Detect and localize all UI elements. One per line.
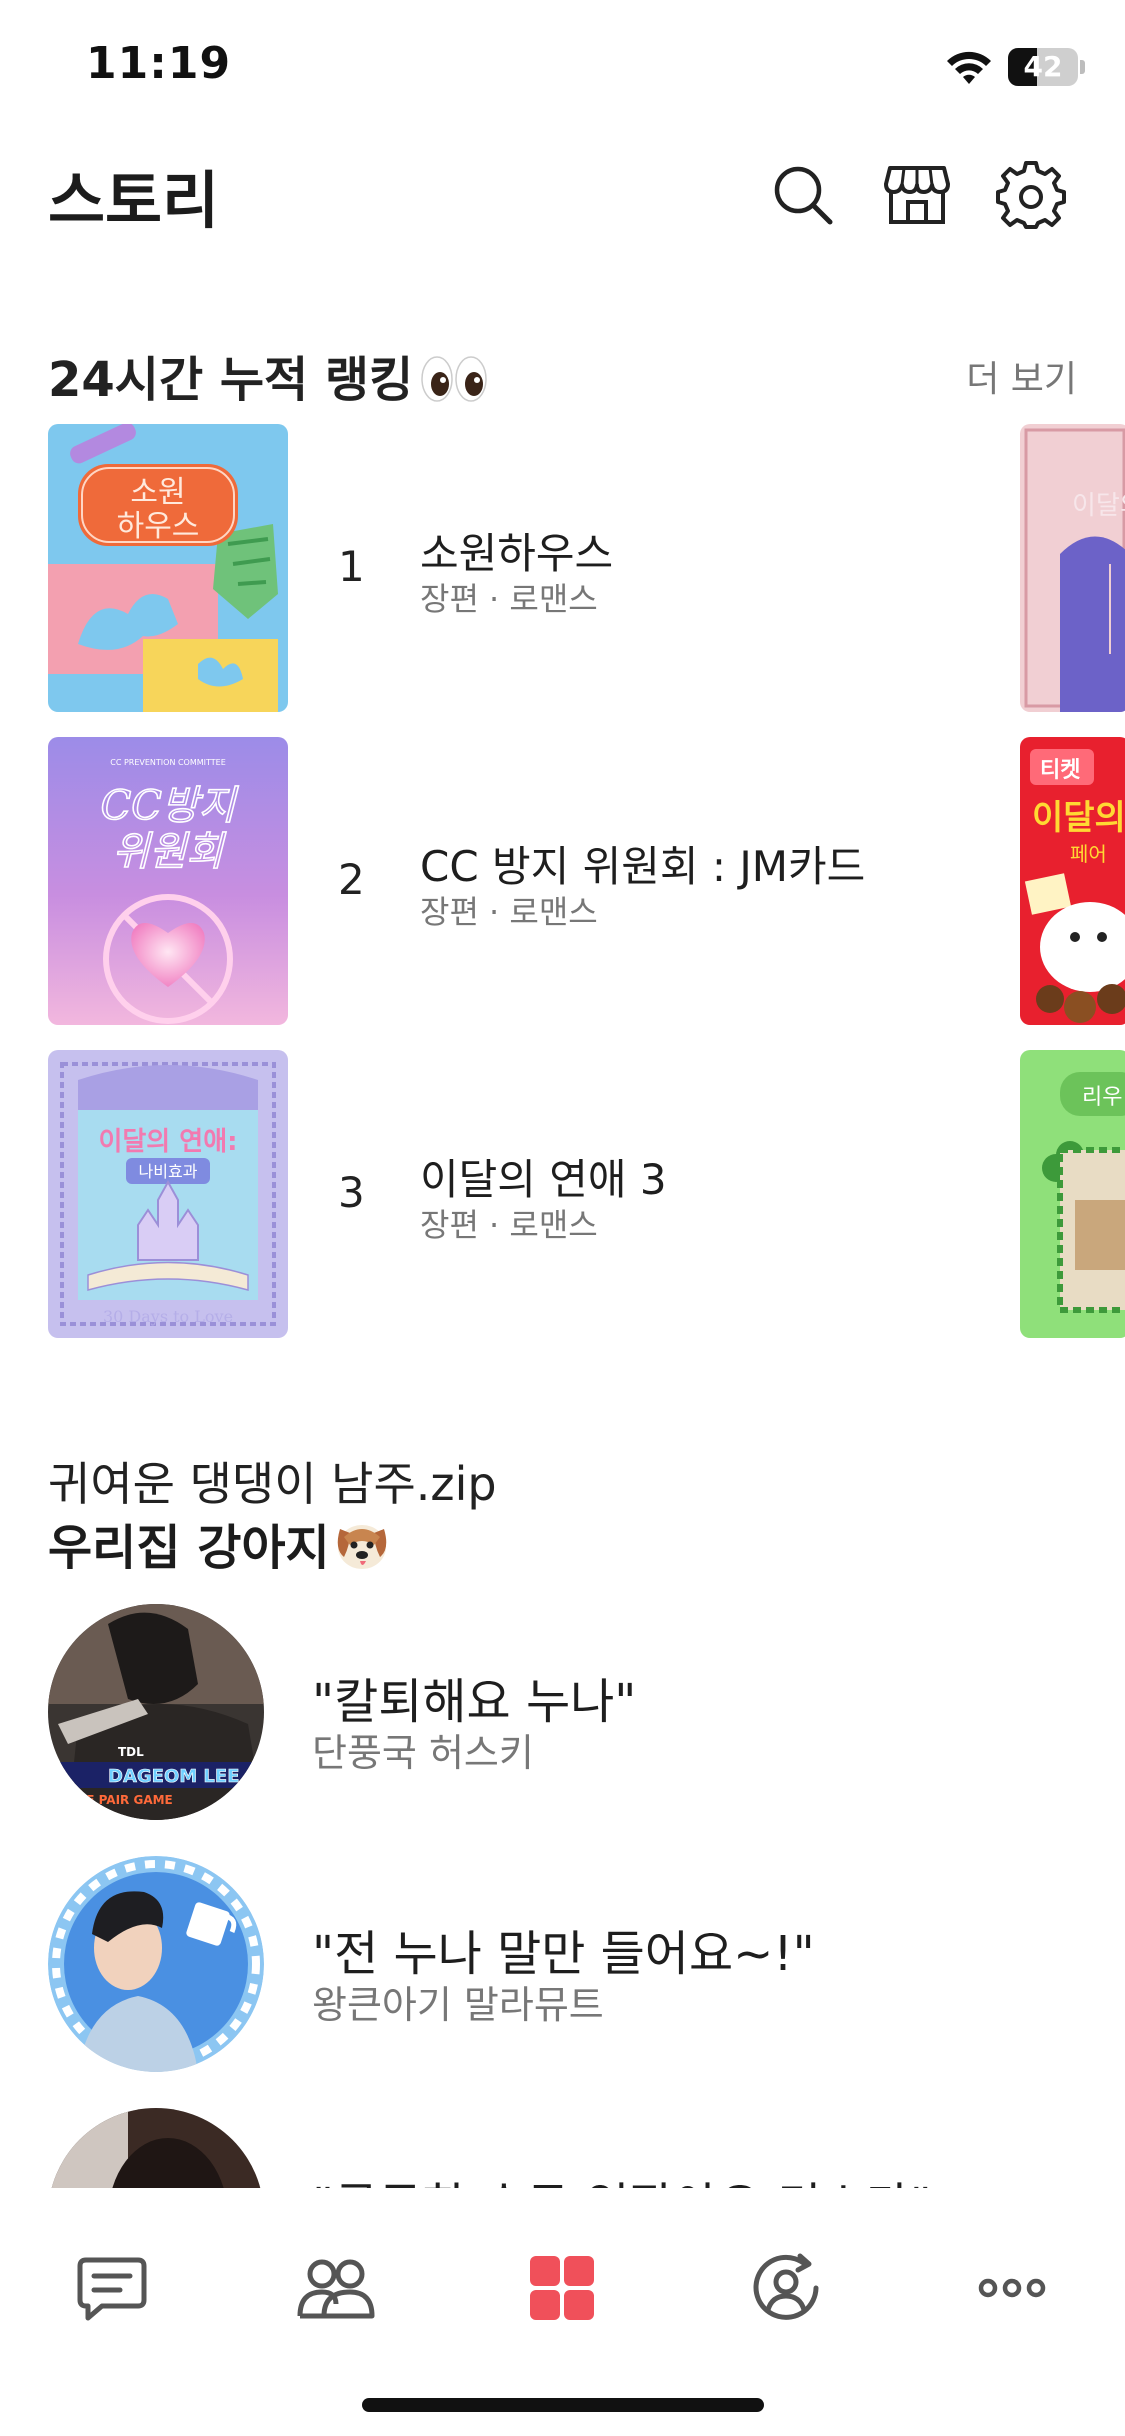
svg-text:소원: 소원	[130, 475, 185, 510]
svg-text:TDL: TDL	[118, 1745, 144, 1759]
cover-image-sowon-house: 소원 하우스	[48, 424, 288, 712]
story-title: 소원하우스	[420, 529, 614, 578]
svg-text:티켓: 티켓	[1040, 758, 1080, 783]
section-subtitle: 귀여운 댕댕이 남주.zip	[48, 1457, 497, 1511]
more-icon[interactable]	[972, 2248, 1052, 2328]
status-time: 11:19	[86, 38, 232, 89]
character-item-2[interactable]: "전 누나 말만 들어요~!" 왕큰아기 말라뮤트	[48, 1856, 1048, 2076]
peek-cover-3[interactable]: 리우	[1020, 1050, 1125, 1338]
svg-text:이달의: 이달의	[1072, 491, 1125, 521]
cover-image-month-love: 이달의 연애: 나비효과 30 Days to Love	[48, 1050, 288, 1338]
section-title-text: 우리집 강아지	[48, 1520, 330, 1576]
friends-icon[interactable]	[296, 2248, 376, 2328]
character-name: 왕큰아기 말라뮤트	[312, 1983, 604, 2027]
ranking-section-title: 24시간 누적 랭킹	[48, 340, 489, 410]
svg-text:이달의: 이달의	[1032, 798, 1125, 838]
peek-cover-1[interactable]: 이달의	[1020, 424, 1125, 712]
story-title: CC 방지 위원회 : JM카드	[420, 842, 866, 891]
ranking-item-1[interactable]: 소원 하우스 1 소원하우스 장편 · 로맨스	[48, 424, 948, 714]
cover-image-cc-committee: CC PREVENTION COMMITTEE CC방지 위원회	[48, 737, 288, 1025]
profile-icon[interactable]	[746, 2248, 826, 2328]
store-icon[interactable]	[882, 160, 952, 230]
wifi-icon	[947, 51, 991, 84]
ranking-title-text: 24시간 누적 랭킹	[48, 352, 414, 408]
story-genre: 장편 · 로맨스	[420, 893, 598, 931]
character-name: 단풍국 허스키	[312, 1731, 534, 1775]
svg-text:30 Days to Love: 30 Days to Love	[103, 1307, 233, 1326]
story-title: 이달의 연애 3	[420, 1155, 667, 1204]
ranking-more-link[interactable]: 더 보기	[966, 350, 1077, 402]
home-indicator[interactable]	[362, 2398, 764, 2412]
story-screen: 11:19 42 스토리 24시간 누적 랭킹 더 보기 소원 하우스 1 소원…	[0, 0, 1125, 2436]
svg-text:CC PREVENTION COMMITTEE: CC PREVENTION COMMITTEE	[110, 758, 226, 767]
section-title: 우리집 강아지	[48, 1508, 394, 1581]
svg-text:THE PAIR GAME: THE PAIR GAME	[68, 1793, 173, 1807]
svg-text:이달의 연애:: 이달의 연애:	[98, 1127, 237, 1157]
svg-text:리우: 리우	[1082, 1085, 1122, 1110]
ranking-item-3[interactable]: 이달의 연애: 나비효과 30 Days to Love 3 이달의 연애 3 …	[48, 1050, 948, 1340]
story-genre: 장편 · 로맨스	[420, 1206, 598, 1244]
story-genre: 장편 · 로맨스	[420, 580, 598, 618]
rank-number: 2	[338, 855, 365, 904]
story-icon[interactable]	[522, 2248, 602, 2328]
svg-text:DAGEOM LEE: DAGEOM LEE	[108, 1766, 239, 1787]
peek-cover-2[interactable]: 티켓 이달의 페어	[1020, 737, 1125, 1025]
battery-icon: 42	[1008, 48, 1078, 86]
chat-icon[interactable]	[72, 2248, 152, 2328]
rank-number: 1	[338, 542, 365, 591]
svg-text:CC방지: CC방지	[101, 783, 239, 829]
page-title: 스토리	[48, 164, 220, 237]
avatar-husky: TDL DAGEOM LEE THE PAIR GAME	[48, 1604, 264, 1820]
battery-cap	[1080, 60, 1085, 74]
search-icon[interactable]	[768, 160, 838, 230]
battery-level: 42	[1023, 50, 1063, 83]
gear-icon[interactable]	[996, 160, 1066, 230]
svg-text:나비효과: 나비효과	[139, 1162, 198, 1181]
ranking-item-2[interactable]: CC PREVENTION COMMITTEE CC방지 위원회 2 CC 방지…	[48, 737, 948, 1027]
avatar-malamute	[48, 1856, 264, 2072]
eyes-emoji-icon	[421, 356, 487, 402]
svg-text:페어: 페어	[1070, 842, 1107, 866]
rank-number: 3	[338, 1168, 365, 1217]
svg-text:위원회: 위원회	[113, 829, 227, 875]
status-bar: 11:19 42	[0, 0, 1125, 130]
character-item-1[interactable]: TDL DAGEOM LEE THE PAIR GAME "칼퇴해요 누나" 단…	[48, 1604, 1048, 1824]
dog-emoji-icon	[337, 1525, 386, 1569]
svg-text:하우스: 하우스	[117, 509, 200, 544]
